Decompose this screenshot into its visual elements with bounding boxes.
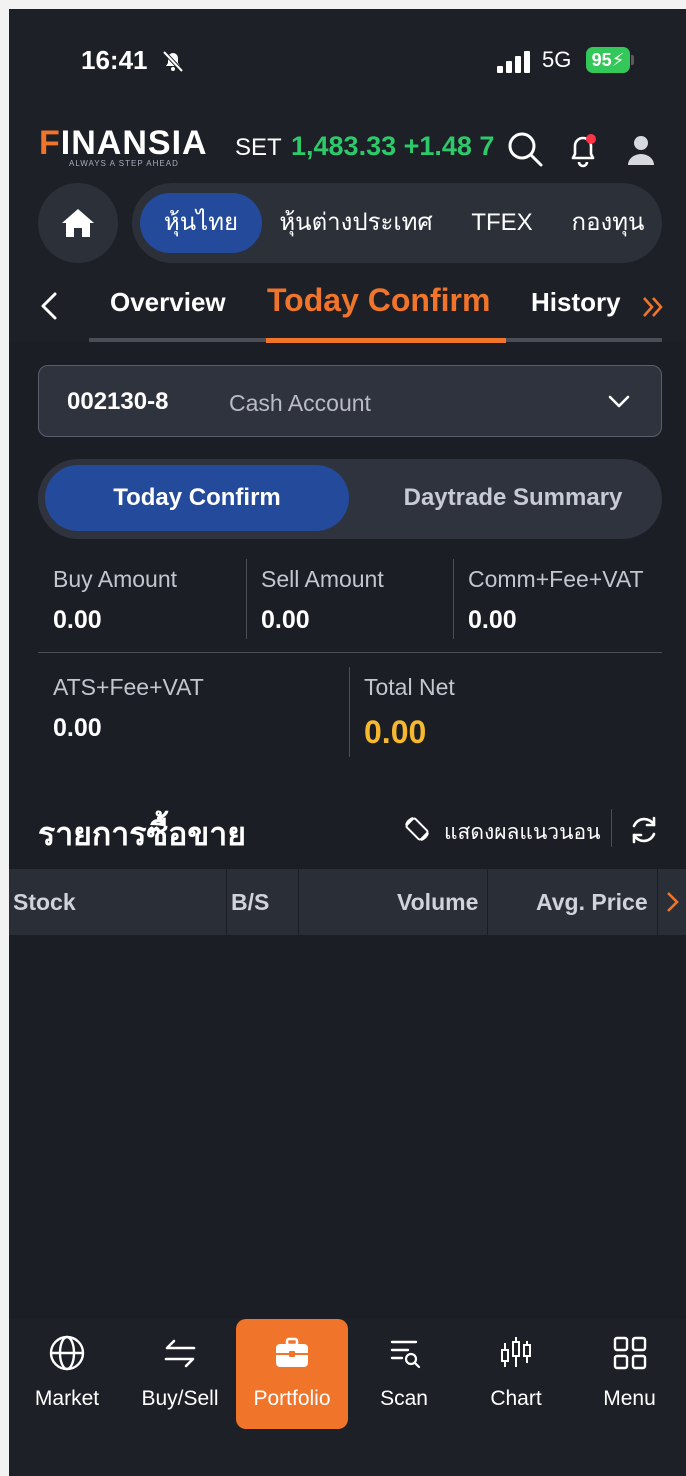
nav-scan-label: Scan [380, 1387, 428, 1410]
column-divider [487, 869, 488, 935]
notification-bell-icon[interactable] [563, 129, 603, 169]
sell-amount-label: Sell Amount [261, 566, 384, 592]
logo-text: INANSIA [60, 124, 208, 162]
chevron-down-icon [608, 395, 630, 408]
tab-thai-stocks[interactable]: หุ้นไทย [140, 193, 262, 253]
index-value[interactable]: 1,483.33 +1.48 7 [291, 131, 509, 162]
nav-buy-sell[interactable]: Buy/Sell [125, 1319, 235, 1429]
tab-overview[interactable]: Overview [110, 287, 226, 318]
buy-amount-label: Buy Amount [53, 566, 178, 592]
logo-letter-f: F [39, 124, 61, 162]
finansia-logo: FINANSIA [39, 124, 208, 163]
toolbar-divider [611, 809, 612, 847]
column-volume[interactable]: Volume [397, 889, 478, 916]
nav-buy-sell-label: Buy/Sell [141, 1387, 219, 1410]
back-chevron-icon[interactable] [37, 291, 61, 321]
tab-foreign-stocks[interactable]: หุ้นต่างประเทศ [268, 193, 444, 253]
refresh-icon[interactable] [627, 813, 661, 847]
nav-portfolio-label: Portfolio [253, 1387, 331, 1410]
summary-divider [453, 559, 454, 639]
search-icon[interactable] [505, 129, 545, 169]
app-screen: 16:41 5G 95⚡ FINANSIA ALWAYS A STEP AHEA… [9, 9, 686, 1476]
trades-table-header: Stock B/S Volume Avg. Price [9, 869, 686, 935]
index-label: SET [235, 134, 282, 161]
chevron-right-icon[interactable] [665, 891, 681, 913]
tab-tfex[interactable]: TFEX [454, 193, 550, 253]
battery-indicator: 95⚡ [586, 47, 630, 73]
total-net-value: 0.00 [364, 714, 427, 750]
account-number: 002130-8 [67, 388, 169, 415]
column-divider [226, 869, 227, 935]
summary-divider [349, 667, 350, 757]
landscape-view-toggle[interactable]: แสดงผลแนวนอน [444, 816, 600, 849]
confirm-segment-control: Today Confirm Daytrade Summary [38, 459, 662, 539]
ats-fee-vat-value: 0.00 [53, 714, 102, 742]
subtab-active-indicator [266, 338, 506, 343]
account-dropdown[interactable]: 002130-8 Cash Account [38, 365, 662, 437]
rotate-screen-icon[interactable] [403, 815, 431, 843]
app-header: FINANSIA ALWAYS A STEP AHEAD SET 1,483.3… [9, 109, 686, 189]
battery-level: 95 [591, 50, 612, 70]
logo-tagline: ALWAYS A STEP AHEAD [69, 159, 179, 168]
globe-icon [49, 1335, 85, 1371]
comm-fee-vat-value: 0.00 [468, 606, 517, 634]
candlestick-icon [501, 1337, 531, 1367]
double-chevron-right-icon[interactable] [641, 295, 665, 319]
column-divider [657, 869, 658, 935]
status-bar: 16:41 5G 95⚡ [9, 9, 686, 109]
nav-scan[interactable]: Scan [349, 1319, 459, 1429]
account-type: Cash Account [229, 390, 371, 416]
scan-filter-icon [390, 1340, 421, 1369]
network-type: 5G [542, 47, 572, 72]
nav-chart[interactable]: Chart [460, 1319, 572, 1429]
bell-muted-icon [162, 50, 184, 73]
nav-menu-label: Menu [603, 1387, 656, 1410]
buy-amount-value: 0.00 [53, 606, 102, 634]
battery-tip [631, 55, 634, 65]
nav-portfolio[interactable]: Portfolio [236, 1319, 348, 1429]
ats-fee-vat-label: ATS+Fee+VAT [53, 674, 204, 700]
market-tabs: หุ้นไทย หุ้นต่างประเทศ TFEX กองทุน [132, 183, 662, 263]
column-buy-sell[interactable]: B/S [231, 889, 269, 916]
total-net-label: Total Net [364, 674, 455, 700]
tab-history[interactable]: History [531, 287, 621, 318]
column-stock[interactable]: Stock [13, 889, 76, 916]
home-button[interactable] [38, 183, 118, 263]
nav-market[interactable]: Market [9, 1319, 125, 1429]
tab-funds[interactable]: กองทุน [558, 193, 658, 253]
summary-row-divider [38, 652, 662, 653]
briefcase-icon [276, 1337, 308, 1367]
column-divider [298, 869, 299, 935]
nav-chart-label: Chart [490, 1387, 542, 1410]
summary-divider [246, 559, 247, 639]
swap-arrows-icon [164, 1339, 196, 1368]
nav-menu[interactable]: Menu [573, 1319, 686, 1429]
home-icon [62, 209, 94, 237]
trades-title: รายการซื้อขาย [38, 816, 246, 852]
status-time: 16:41 [81, 45, 148, 75]
trades-table-body [9, 935, 686, 1319]
column-avg-price[interactable]: Avg. Price [536, 889, 648, 916]
tab-today-confirm[interactable]: Today Confirm [267, 282, 490, 319]
bottom-navigation: Market Buy/Sell Portfolio Scan Chart Men… [9, 1319, 686, 1476]
sell-amount-value: 0.00 [261, 606, 310, 634]
grid-menu-icon [613, 1336, 646, 1370]
sub-tabs: Overview Today Confirm History [9, 277, 686, 345]
comm-fee-vat-label: Comm+Fee+VAT [468, 566, 644, 592]
segment-daytrade-summary[interactable]: Daytrade Summary [368, 465, 658, 531]
segment-today-confirm[interactable]: Today Confirm [45, 465, 349, 531]
signal-icon [497, 51, 530, 73]
nav-market-label: Market [34, 1387, 100, 1410]
user-profile-icon[interactable] [621, 129, 661, 169]
